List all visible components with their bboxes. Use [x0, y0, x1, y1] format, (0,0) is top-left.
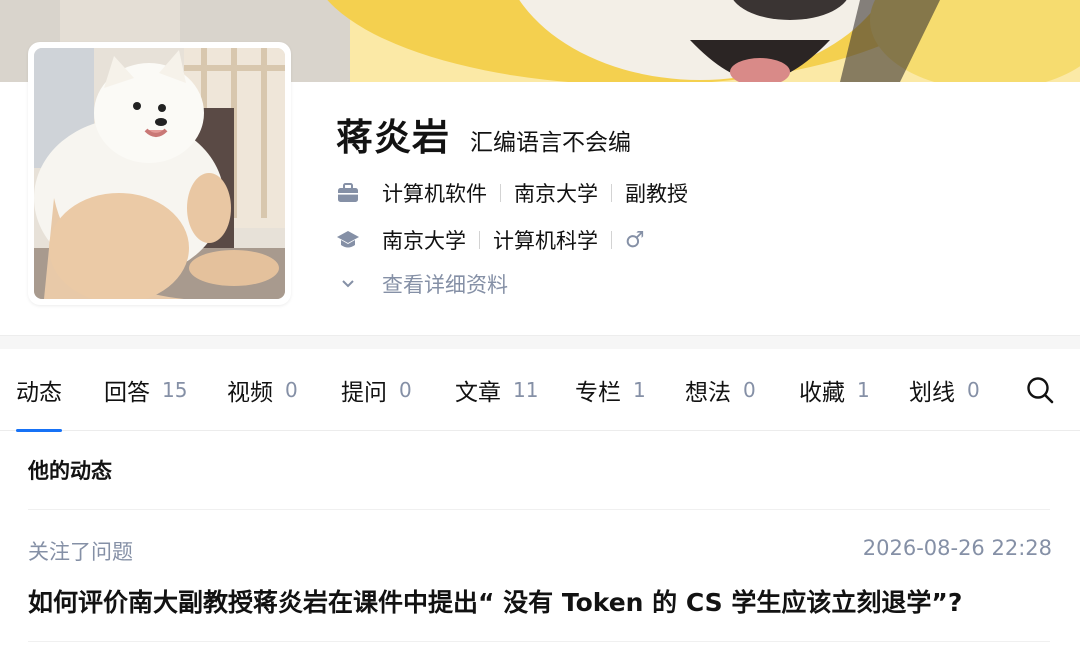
tab-videos[interactable]: 视频 0 [227, 349, 298, 431]
feed-item-action: 关注了问题 [28, 540, 133, 564]
tab-label: 收藏 [799, 380, 845, 406]
tab-thoughts[interactable]: 想法 0 [685, 349, 756, 431]
tab-highlights[interactable]: 划线 0 [909, 349, 980, 431]
view-details-label: 查看详细资料 [382, 273, 508, 297]
tab-questions[interactable]: 提问 0 [341, 349, 412, 431]
divider [611, 231, 612, 249]
work-industry: 计算机软件 [382, 182, 487, 206]
divider [28, 509, 1050, 510]
feed-title: 他的动态 [28, 459, 112, 483]
tab-count: 0 [743, 378, 756, 402]
education-school: 南京大学 [382, 229, 466, 253]
tab-label: 提问 [341, 380, 387, 406]
user-headline: 汇编语言不会编 [470, 130, 631, 156]
chevron-down-icon [336, 272, 360, 296]
tab-label: 专栏 [575, 380, 621, 406]
tab-articles[interactable]: 文章 11 [455, 349, 538, 431]
briefcase-icon [336, 181, 360, 205]
education-info-row: 南京大学 计算机科学 ♂ [336, 225, 645, 255]
avatar[interactable] [28, 42, 291, 305]
tab-label: 文章 [455, 380, 501, 406]
tab-activity[interactable]: 动态 [16, 349, 62, 432]
profile-page: 蒋炎岩 汇编语言不会编 计算机软件 南京大学 副教授 南京大学 计算机科学 ♂ [0, 0, 1080, 657]
work-info-row: 计算机软件 南京大学 副教授 [336, 178, 688, 208]
tab-label: 回答 [104, 380, 150, 406]
tab-count: 15 [162, 378, 188, 402]
tab-count: 1 [857, 378, 870, 402]
tab-collections[interactable]: 收藏 1 [799, 349, 870, 431]
tab-count: 0 [285, 378, 298, 402]
education-major: 计算机科学 [493, 229, 598, 253]
work-company: 南京大学 [514, 182, 598, 206]
tab-count: 1 [633, 378, 646, 402]
divider [500, 184, 501, 202]
work-position: 副教授 [625, 182, 688, 206]
tab-count: 11 [513, 378, 539, 402]
tab-count: 0 [967, 378, 980, 402]
name-row: 蒋炎岩 汇编语言不会编 [336, 107, 631, 159]
tab-label: 想法 [685, 380, 731, 406]
user-name: 蒋炎岩 [336, 116, 450, 159]
profile-tabs: 动态 回答 15 视频 0 提问 0 文章 11 专栏 1 想法 0 收藏 1 [0, 349, 1080, 432]
tab-label: 视频 [227, 380, 273, 406]
samoyed-photo [34, 48, 285, 299]
graduation-cap-icon [336, 228, 360, 252]
tab-count: 0 [399, 378, 412, 402]
divider [28, 641, 1050, 642]
search-icon[interactable] [1024, 374, 1056, 406]
tab-columns[interactable]: 专栏 1 [575, 349, 646, 431]
view-details-link[interactable]: 查看详细资料 [336, 269, 508, 299]
tab-label: 划线 [909, 380, 955, 406]
male-gender-icon: ♂ [625, 227, 645, 253]
feed-item-time: 2026-08-26 22:28 [862, 536, 1052, 560]
divider [479, 231, 480, 249]
section-divider [0, 335, 1080, 349]
divider [611, 184, 612, 202]
tab-label: 动态 [16, 380, 62, 406]
feed-item-question-link[interactable]: 如何评价南大副教授蒋炎岩在课件中提出“ 没有 Token 的 CS 学生应该立刻… [28, 583, 1058, 619]
tab-answers[interactable]: 回答 15 [104, 349, 187, 431]
